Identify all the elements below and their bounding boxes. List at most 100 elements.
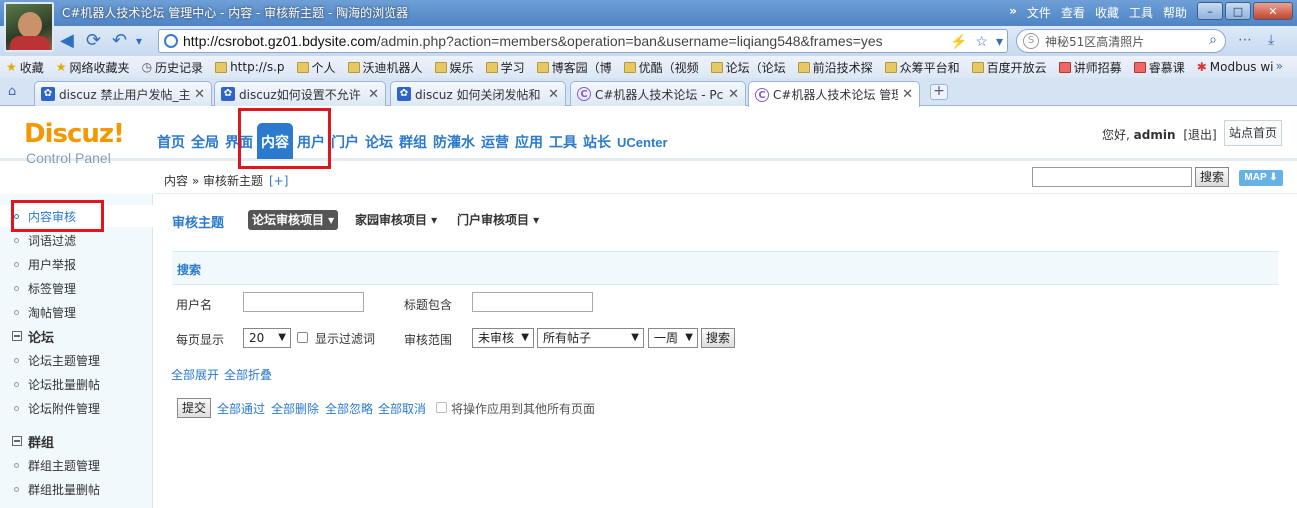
tab-close-icon[interactable]: ✕ bbox=[728, 87, 739, 102]
bookmark-item[interactable]: 众筹平台和 bbox=[879, 59, 966, 76]
bookmark-item[interactable]: 优酷（视频 bbox=[618, 59, 705, 76]
sidebar-item-group-threads[interactable]: 群组主题管理 bbox=[0, 454, 153, 476]
username-input[interactable] bbox=[243, 292, 364, 312]
search-button[interactable]: 搜索 bbox=[701, 328, 735, 348]
bookmark-item[interactable]: ◷ 历史记录 bbox=[136, 59, 210, 76]
scope-time-select[interactable]: 一周 ▼ bbox=[648, 328, 698, 348]
browser-tab[interactable]: ✿ discuz 禁止用户发帖_主 ✕ bbox=[34, 81, 212, 106]
menu-expand-icon[interactable]: » bbox=[1009, 4, 1017, 21]
nav-ucenter[interactable]: UCenter bbox=[614, 127, 671, 159]
sidebar-item-batch-delete[interactable]: 论坛批量删帖 bbox=[0, 373, 153, 395]
bookmark-item[interactable]: 娱乐 bbox=[429, 59, 480, 76]
nav-users[interactable]: 用户 bbox=[294, 127, 328, 159]
bookmark-item[interactable]: 学习 bbox=[480, 59, 531, 76]
nav-operations[interactable]: 运营 bbox=[478, 127, 512, 159]
menu-favorites[interactable]: 收藏 bbox=[1095, 4, 1119, 21]
address-bar[interactable]: http://csrobot.gz01.bdysite.com/admin.ph… bbox=[158, 29, 1008, 53]
tab-portal-moderation[interactable]: 门户审核项目 ▾ bbox=[453, 210, 543, 230]
show-filter-checkbox[interactable] bbox=[297, 332, 308, 343]
bookmark-item[interactable]: ✱ Modbus wi bbox=[1191, 60, 1280, 74]
nav-forum[interactable]: 论坛 bbox=[362, 127, 396, 159]
nav-tools[interactable]: 工具 bbox=[546, 127, 580, 159]
search-icon[interactable]: ⌕ bbox=[1209, 32, 1217, 48]
tab-home-moderation[interactable]: 家园审核项目 ▾ bbox=[351, 210, 441, 230]
sidebar-group-groups[interactable]: 群组 bbox=[12, 431, 54, 451]
discuz-logo[interactable]: Discuz! bbox=[24, 119, 125, 149]
bookmark-item[interactable]: 讲师招募 bbox=[1053, 59, 1128, 76]
undo-icon[interactable]: ↶ bbox=[112, 30, 127, 51]
home-icon[interactable]: ⌂ bbox=[8, 84, 16, 99]
star-icon[interactable]: ☆ bbox=[975, 33, 988, 50]
refresh-icon[interactable]: ⟳ bbox=[86, 30, 101, 51]
admin-search-button[interactable]: 搜索 bbox=[1195, 167, 1229, 187]
bookmark-item[interactable]: 博客园（博 bbox=[531, 59, 618, 76]
sidebar-group-forum[interactable]: 论坛 bbox=[12, 326, 54, 346]
download-icon[interactable]: ⤓ bbox=[1268, 32, 1274, 48]
apply-all-pages-checkbox[interactable] bbox=[436, 402, 447, 413]
map-button[interactable]: MAP ⬇ bbox=[1239, 170, 1283, 186]
tab-forum-moderation[interactable]: 论坛审核项目 ▾ bbox=[248, 210, 339, 230]
submit-button[interactable]: 提交 bbox=[177, 398, 211, 418]
new-tab-icon[interactable]: + bbox=[930, 84, 948, 100]
sidebar-item-attachments[interactable]: 论坛附件管理 bbox=[0, 397, 153, 419]
bookmark-item[interactable]: ★ 网络收藏夹 bbox=[50, 59, 136, 76]
nav-antispam[interactable]: 防灌水 bbox=[430, 127, 478, 159]
browser-tab[interactable]: ✿ discuz如何设置不允许 ✕ bbox=[214, 81, 386, 106]
sidebar-item-thread-manage[interactable]: 论坛主题管理 bbox=[0, 349, 153, 371]
bookmark-item[interactable]: 沃迪机器人 bbox=[342, 59, 429, 76]
approve-all-link[interactable]: 全部通过 bbox=[217, 400, 265, 417]
per-page-select[interactable]: 20 ▼ bbox=[243, 328, 291, 348]
nav-home[interactable]: 首页 bbox=[154, 127, 188, 159]
nav-groups[interactable]: 群组 bbox=[396, 127, 430, 159]
sidebar-item-group-batch-delete[interactable]: 群组批量删帖 bbox=[0, 478, 153, 500]
minimize-icon[interactable]: – bbox=[1197, 2, 1223, 20]
sidebar-item-content-moderation[interactable]: 内容审核 bbox=[0, 205, 153, 227]
collapse-icon[interactable] bbox=[12, 436, 22, 446]
lightning-icon[interactable]: ⚡ bbox=[950, 33, 967, 50]
sidebar-item-user-reports[interactable]: 用户举报 bbox=[0, 253, 153, 275]
expand-all-link[interactable]: 全部展开 bbox=[171, 366, 219, 383]
add-shortcut-link[interactable]: [+] bbox=[269, 174, 288, 188]
sidebar-item-tags[interactable]: 标签管理 bbox=[0, 277, 153, 299]
search-engine-icon[interactable]: S bbox=[1023, 33, 1039, 49]
bookmark-item[interactable]: ★ 收藏 bbox=[0, 59, 50, 76]
delete-all-link[interactable]: 全部删除 bbox=[271, 400, 319, 417]
nav-global[interactable]: 全局 bbox=[188, 127, 222, 159]
tab-close-icon[interactable]: ✕ bbox=[902, 87, 913, 102]
maximize-icon[interactable]: □ bbox=[1225, 2, 1251, 20]
tab-close-icon[interactable]: ✕ bbox=[194, 87, 205, 102]
nav-webmaster[interactable]: 站长 bbox=[580, 127, 614, 159]
scope-status-select[interactable]: 未审核 ▼ bbox=[472, 328, 534, 348]
nav-dropdown-icon[interactable]: ▾ bbox=[136, 34, 142, 48]
menu-file[interactable]: 文件 bbox=[1027, 4, 1051, 21]
title-contains-input[interactable] bbox=[472, 292, 593, 312]
browser-search-input[interactable]: S 神秘51区高清照片 ⌕ bbox=[1016, 29, 1226, 53]
menu-view[interactable]: 查看 bbox=[1061, 4, 1085, 21]
nav-portal[interactable]: 门户 bbox=[328, 127, 362, 159]
ignore-all-link[interactable]: 全部忽略 bbox=[325, 400, 373, 417]
cancel-all-link[interactable]: 全部取消 bbox=[378, 400, 426, 417]
nav-interface[interactable]: 界面 bbox=[222, 127, 256, 159]
menu-help[interactable]: 帮助 bbox=[1163, 4, 1187, 21]
admin-search-input[interactable] bbox=[1032, 167, 1192, 187]
logout-link[interactable]: [退出] bbox=[1183, 128, 1216, 142]
bookmarks-more-icon[interactable]: » bbox=[1276, 59, 1283, 73]
bookmark-item[interactable]: http://s.p bbox=[209, 60, 290, 74]
bookmark-item[interactable]: 个人 bbox=[291, 59, 342, 76]
sidebar-item-word-filter[interactable]: 词语过滤 bbox=[0, 229, 153, 251]
nav-content[interactable]: 内容 bbox=[257, 123, 293, 159]
menu-tools[interactable]: 工具 bbox=[1129, 4, 1153, 21]
close-window-icon[interactable]: ✕ bbox=[1253, 2, 1293, 20]
back-icon[interactable]: ◀ bbox=[60, 30, 74, 51]
user-avatar[interactable] bbox=[4, 2, 54, 52]
site-info-icon[interactable] bbox=[164, 34, 178, 48]
browser-tab[interactable]: C C#机器人技术论坛 - Pc ✕ bbox=[570, 81, 746, 106]
site-home-button[interactable]: 站点首页 bbox=[1224, 120, 1282, 146]
url-dropdown-icon[interactable]: ▾ bbox=[996, 33, 1003, 50]
collapse-icon[interactable] bbox=[12, 331, 22, 341]
sidebar-item-collections[interactable]: 淘帖管理 bbox=[0, 301, 153, 323]
bookmark-item[interactable]: 百度开放云 bbox=[966, 59, 1053, 76]
scope-posts-select[interactable]: 所有帖子 ▼ bbox=[537, 328, 644, 348]
browser-tab[interactable]: ✿ discuz 如何关闭发帖和 ✕ bbox=[390, 81, 566, 106]
bookmark-item[interactable]: 前沿技术探 bbox=[792, 59, 879, 76]
